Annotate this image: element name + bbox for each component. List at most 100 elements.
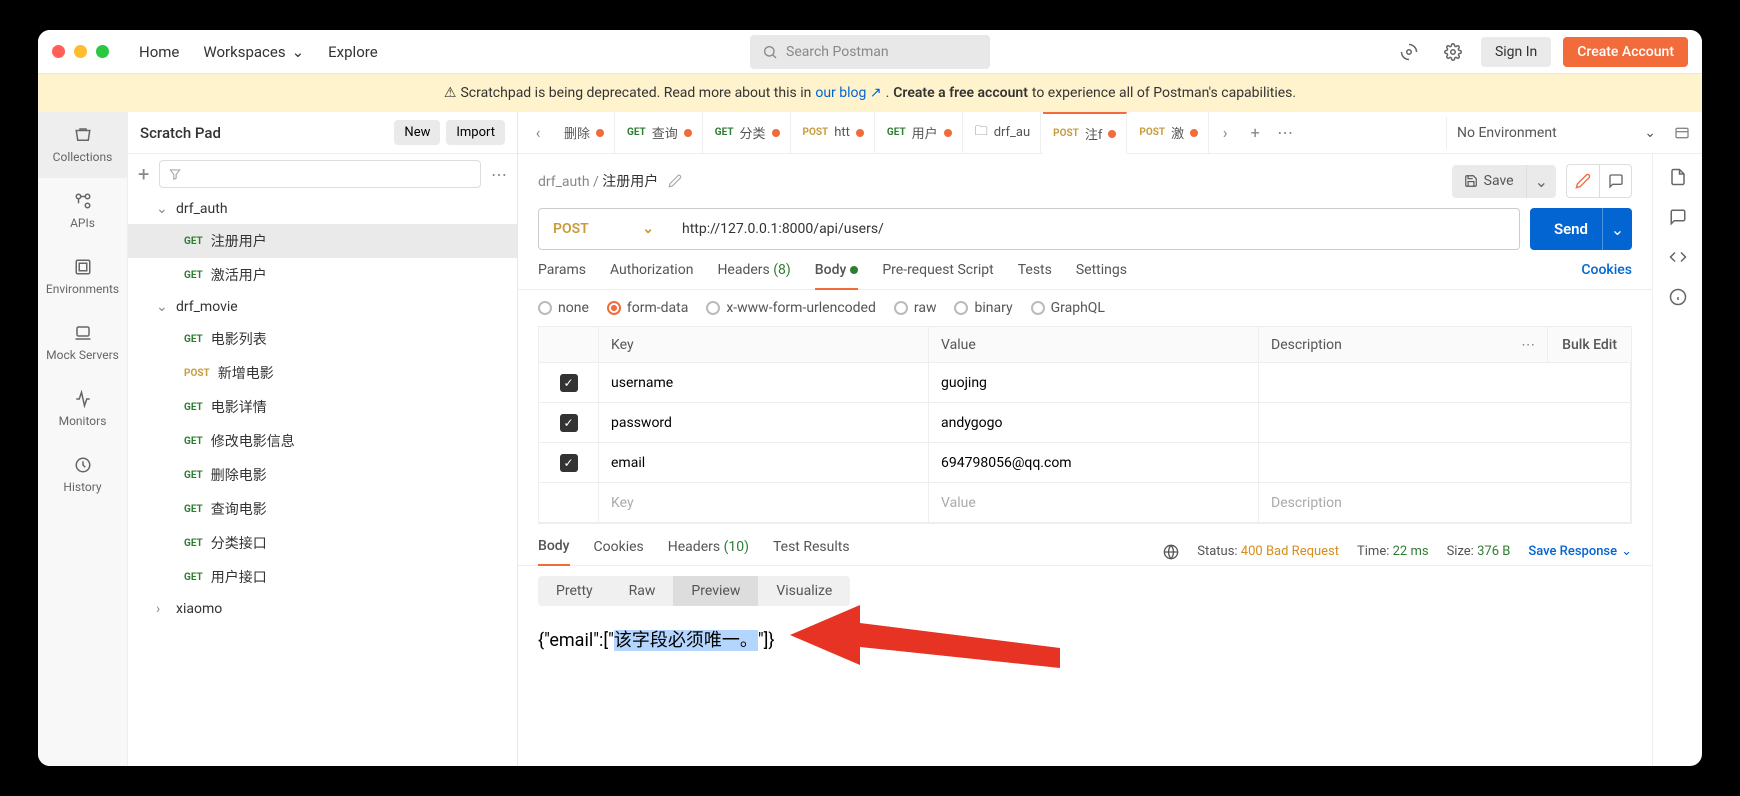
new-tab-icon[interactable]: + <box>1241 119 1269 147</box>
request-item[interactable]: GET用户接口 <box>128 560 517 594</box>
send-dropdown[interactable]: ⌄ <box>1602 208 1632 250</box>
url-input[interactable] <box>668 208 1520 250</box>
folder-drf-movie[interactable]: ⌄ drf_movie <box>128 292 517 322</box>
minimize-window-button[interactable] <box>74 45 87 58</box>
nav-explore[interactable]: Explore <box>328 43 378 61</box>
rail-history[interactable]: History <box>38 442 127 508</box>
tab-options-icon[interactable]: ⋯ <box>1271 119 1299 147</box>
tab[interactable]: GET查询 <box>617 112 703 154</box>
filter-input[interactable] <box>159 160 481 188</box>
request-item[interactable]: GET 激活用户 <box>128 258 517 292</box>
new-button[interactable]: New <box>394 120 440 145</box>
tab[interactable]: POST激 <box>1129 112 1209 154</box>
tab-authorization[interactable]: Authorization <box>610 262 693 289</box>
request-item[interactable]: GET修改电影信息 <box>128 424 517 458</box>
request-item[interactable]: GET查询电影 <box>128 492 517 526</box>
edit-name-icon[interactable] <box>668 174 682 188</box>
request-item[interactable]: GET分类接口 <box>128 526 517 560</box>
tab-headers[interactable]: Headers (8) <box>717 262 790 289</box>
radio-icon <box>1031 301 1045 315</box>
comments-icon[interactable] <box>1599 165 1631 197</box>
view-pretty[interactable]: Pretty <box>538 576 611 606</box>
body-type-binary[interactable]: binary <box>954 300 1012 316</box>
response-tab-body[interactable]: Body <box>538 538 570 566</box>
info-icon[interactable] <box>1669 288 1687 306</box>
table-row[interactable]: ✓ username guojing <box>539 363 1631 403</box>
import-button[interactable]: Import <box>446 120 505 145</box>
view-raw[interactable]: Raw <box>611 576 674 606</box>
tab[interactable]: POSThtt <box>793 112 875 154</box>
body-type-formdata[interactable]: form-data <box>607 300 688 316</box>
create-account-link[interactable]: Create a free account <box>893 85 1028 101</box>
tab-params[interactable]: Params <box>538 262 586 289</box>
nav-home[interactable]: Home <box>139 43 179 61</box>
tab[interactable]: 删除 <box>554 112 615 154</box>
table-row-new[interactable]: Key Value Description <box>539 483 1631 523</box>
checkbox-checked-icon[interactable]: ✓ <box>560 374 578 392</box>
search-input[interactable]: Search Postman <box>750 35 990 69</box>
view-preview[interactable]: Preview <box>673 576 758 606</box>
signin-button[interactable]: Sign In <box>1481 37 1551 67</box>
tab-tests[interactable]: Tests <box>1018 262 1052 289</box>
sync-icon[interactable] <box>1393 36 1425 68</box>
environments-icon <box>73 258 93 276</box>
rail-environments[interactable]: Environments <box>38 244 127 310</box>
comments-panel-icon[interactable] <box>1669 208 1687 226</box>
request-item[interactable]: GET电影列表 <box>128 322 517 356</box>
request-item[interactable]: GET电影详情 <box>128 390 517 424</box>
tab-active[interactable]: POST注f <box>1043 112 1127 154</box>
code-icon[interactable] <box>1669 248 1687 266</box>
save-button[interactable]: Save <box>1452 165 1526 198</box>
more-options-icon[interactable]: ⋯ <box>491 165 507 184</box>
table-row[interactable]: ✓ email 694798056@qq.com <box>539 443 1631 483</box>
tab[interactable]: 🗀drf_au <box>965 112 1041 154</box>
folder-xiaomo[interactable]: › xiaomo <box>128 594 517 624</box>
rail-monitors[interactable]: Monitors <box>38 376 127 442</box>
send-button[interactable]: Send <box>1530 208 1612 250</box>
tab-prev-icon[interactable]: ‹ <box>524 119 552 147</box>
tab-prerequest[interactable]: Pre-request Script <box>882 262 993 289</box>
close-window-button[interactable] <box>52 45 65 58</box>
environment-select[interactable]: No Environment ⌄ <box>1446 117 1666 149</box>
bulk-edit-button[interactable]: Bulk Edit <box>1548 337 1631 353</box>
checkbox-checked-icon[interactable]: ✓ <box>560 454 578 472</box>
nav-workspaces[interactable]: Workspaces ⌄ <box>203 43 304 61</box>
table-row[interactable]: ✓ password andygogo <box>539 403 1631 443</box>
body-type-graphql[interactable]: GraphQL <box>1031 300 1105 316</box>
tab[interactable]: GET分类 <box>705 112 791 154</box>
maximize-window-button[interactable] <box>96 45 109 58</box>
cookies-link[interactable]: Cookies <box>1581 262 1632 289</box>
body-type-raw[interactable]: raw <box>894 300 937 316</box>
globe-icon[interactable] <box>1163 544 1179 560</box>
response-tab-headers[interactable]: Headers (10) <box>668 539 749 565</box>
rail-mock-servers[interactable]: Mock Servers <box>38 310 127 376</box>
method-select[interactable]: POST ⌄ <box>538 208 668 250</box>
checkbox-checked-icon[interactable]: ✓ <box>560 414 578 432</box>
status-code: 400 Bad Request <box>1241 544 1339 559</box>
response-tab-tests[interactable]: Test Results <box>773 539 850 565</box>
tab[interactable]: GET用户 <box>877 112 963 154</box>
save-response-button[interactable]: Save Response ⌄ <box>1528 544 1632 559</box>
body-type-urlencoded[interactable]: x-www-form-urlencoded <box>706 300 876 316</box>
settings-icon[interactable] <box>1437 36 1469 68</box>
body-type-none[interactable]: none <box>538 300 589 316</box>
rail-collections[interactable]: Collections <box>38 112 127 178</box>
request-item[interactable]: POST新增电影 <box>128 356 517 390</box>
tab-body[interactable]: Body <box>815 262 859 290</box>
more-icon[interactable]: ⋯ <box>1521 337 1535 353</box>
tab-settings[interactable]: Settings <box>1076 262 1127 289</box>
documentation-icon[interactable] <box>1669 168 1687 186</box>
blog-link[interactable]: our blog ↗ <box>815 85 881 101</box>
save-dropdown[interactable]: ⌄ <box>1526 165 1556 198</box>
folder-drf-auth[interactable]: ⌄ drf_auth <box>128 194 517 224</box>
create-account-button[interactable]: Create Account <box>1563 37 1688 67</box>
rail-apis[interactable]: APIs <box>38 178 127 244</box>
request-item[interactable]: GET 注册用户 <box>128 224 517 258</box>
share-icon[interactable] <box>1567 165 1599 197</box>
env-quicklook-icon[interactable] <box>1668 119 1696 147</box>
view-visualize[interactable]: Visualize <box>758 576 850 606</box>
tab-next-icon[interactable]: › <box>1211 119 1239 147</box>
add-icon[interactable]: + <box>138 162 149 186</box>
response-tab-cookies[interactable]: Cookies <box>594 539 644 565</box>
request-item[interactable]: GET删除电影 <box>128 458 517 492</box>
